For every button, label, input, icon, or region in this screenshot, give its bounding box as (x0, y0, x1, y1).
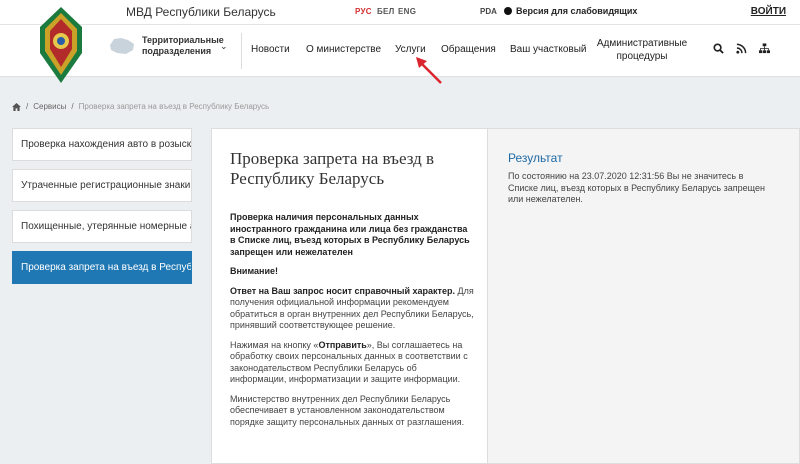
result-title: Результат (508, 151, 563, 165)
services-sidebar: Проверка нахождения авто в розыске Утрач… (12, 128, 192, 292)
lang-en[interactable]: ENG (398, 7, 416, 16)
sidebar-item-lost-plates[interactable]: Утраченные регистрационные знаки (12, 169, 192, 202)
intro-text: Проверка наличия персональных данных ино… (230, 212, 470, 257)
consent-button-name: Отправить (318, 339, 367, 350)
page-title: Проверка запрета на въезд в Республику Б… (230, 149, 435, 188)
login-button[interactable]: ВОЙТИ (751, 6, 786, 17)
attention-label: Внимание! (230, 266, 278, 276)
breadcrumb: / Сервисы / Проверка запрета на въезд в … (12, 102, 269, 111)
pda-link[interactable]: PDA (480, 7, 497, 16)
top-bar: МВД Республики Беларусь РУС БЕЛ ENG PDA … (0, 0, 800, 25)
emblem-logo[interactable] (36, 5, 86, 89)
breadcrumb-sep: / (26, 102, 29, 111)
vision-link[interactable]: Версия для слабовидящих (504, 6, 637, 16)
sidebar-item-entry-ban[interactable]: Проверка запрета на въезд в Республику Б… (12, 251, 192, 284)
nav-icons (713, 43, 770, 54)
lang-by[interactable]: БЕЛ (377, 7, 395, 16)
nav-services[interactable]: Услуги (395, 44, 426, 55)
result-text: По состоянию на 23.07.2020 12:31:56 Вы н… (508, 171, 765, 204)
territorial-units-label: Территориальные подразделения (142, 35, 224, 56)
sidebar-item-stolen-units[interactable]: Похищенные, утерянные номерные агрегаты (12, 210, 192, 243)
lang-ru[interactable]: РУС (355, 7, 372, 16)
eye-icon (504, 7, 512, 15)
chevron-down-icon: ⌄ (220, 40, 228, 51)
rss-icon[interactable] (736, 43, 747, 54)
form-panel: Проверка запрета на въезд в Республику Б… (211, 128, 488, 464)
vision-label: Версия для слабовидящих (516, 6, 638, 16)
nav-appeals[interactable]: Обращения (441, 44, 496, 55)
breadcrumb-services[interactable]: Сервисы (33, 102, 66, 111)
consent-prefix: Нажимая на кнопку « (230, 339, 319, 350)
main-nav: Территориальные подразделения ⌄ Новости … (0, 7, 800, 83)
map-icon (110, 38, 134, 54)
sitemap-icon[interactable] (759, 43, 770, 54)
result-panel: Результат По состоянию на 23.07.2020 12:… (488, 128, 800, 464)
nav-divider (241, 33, 242, 69)
nav-news[interactable]: Новости (251, 44, 290, 55)
breadcrumb-current: Проверка запрета на въезд в Республику Б… (78, 102, 270, 111)
search-icon[interactable] (713, 43, 724, 54)
ministry-text: Министерство внутренних дел Республики Б… (230, 393, 465, 427)
sidebar-item-car-search[interactable]: Проверка нахождения авто в розыске (12, 128, 192, 161)
home-icon[interactable] (12, 102, 21, 111)
nav-admin-procedures[interactable]: Административные процедуры (594, 37, 690, 63)
reference-bold: Ответ на Ваш запрос носит справочный хар… (230, 285, 455, 296)
nav-district-officer[interactable]: Ваш участковый (510, 44, 587, 55)
form-description: Проверка наличия персональных данных ино… (230, 212, 474, 436)
nav-about[interactable]: О министерстве (306, 44, 381, 55)
territorial-units-dropdown[interactable]: Территориальные подразделения ⌄ (108, 35, 228, 57)
site-title[interactable]: МВД Республики Беларусь (126, 5, 276, 19)
breadcrumb-sep: / (71, 102, 74, 111)
